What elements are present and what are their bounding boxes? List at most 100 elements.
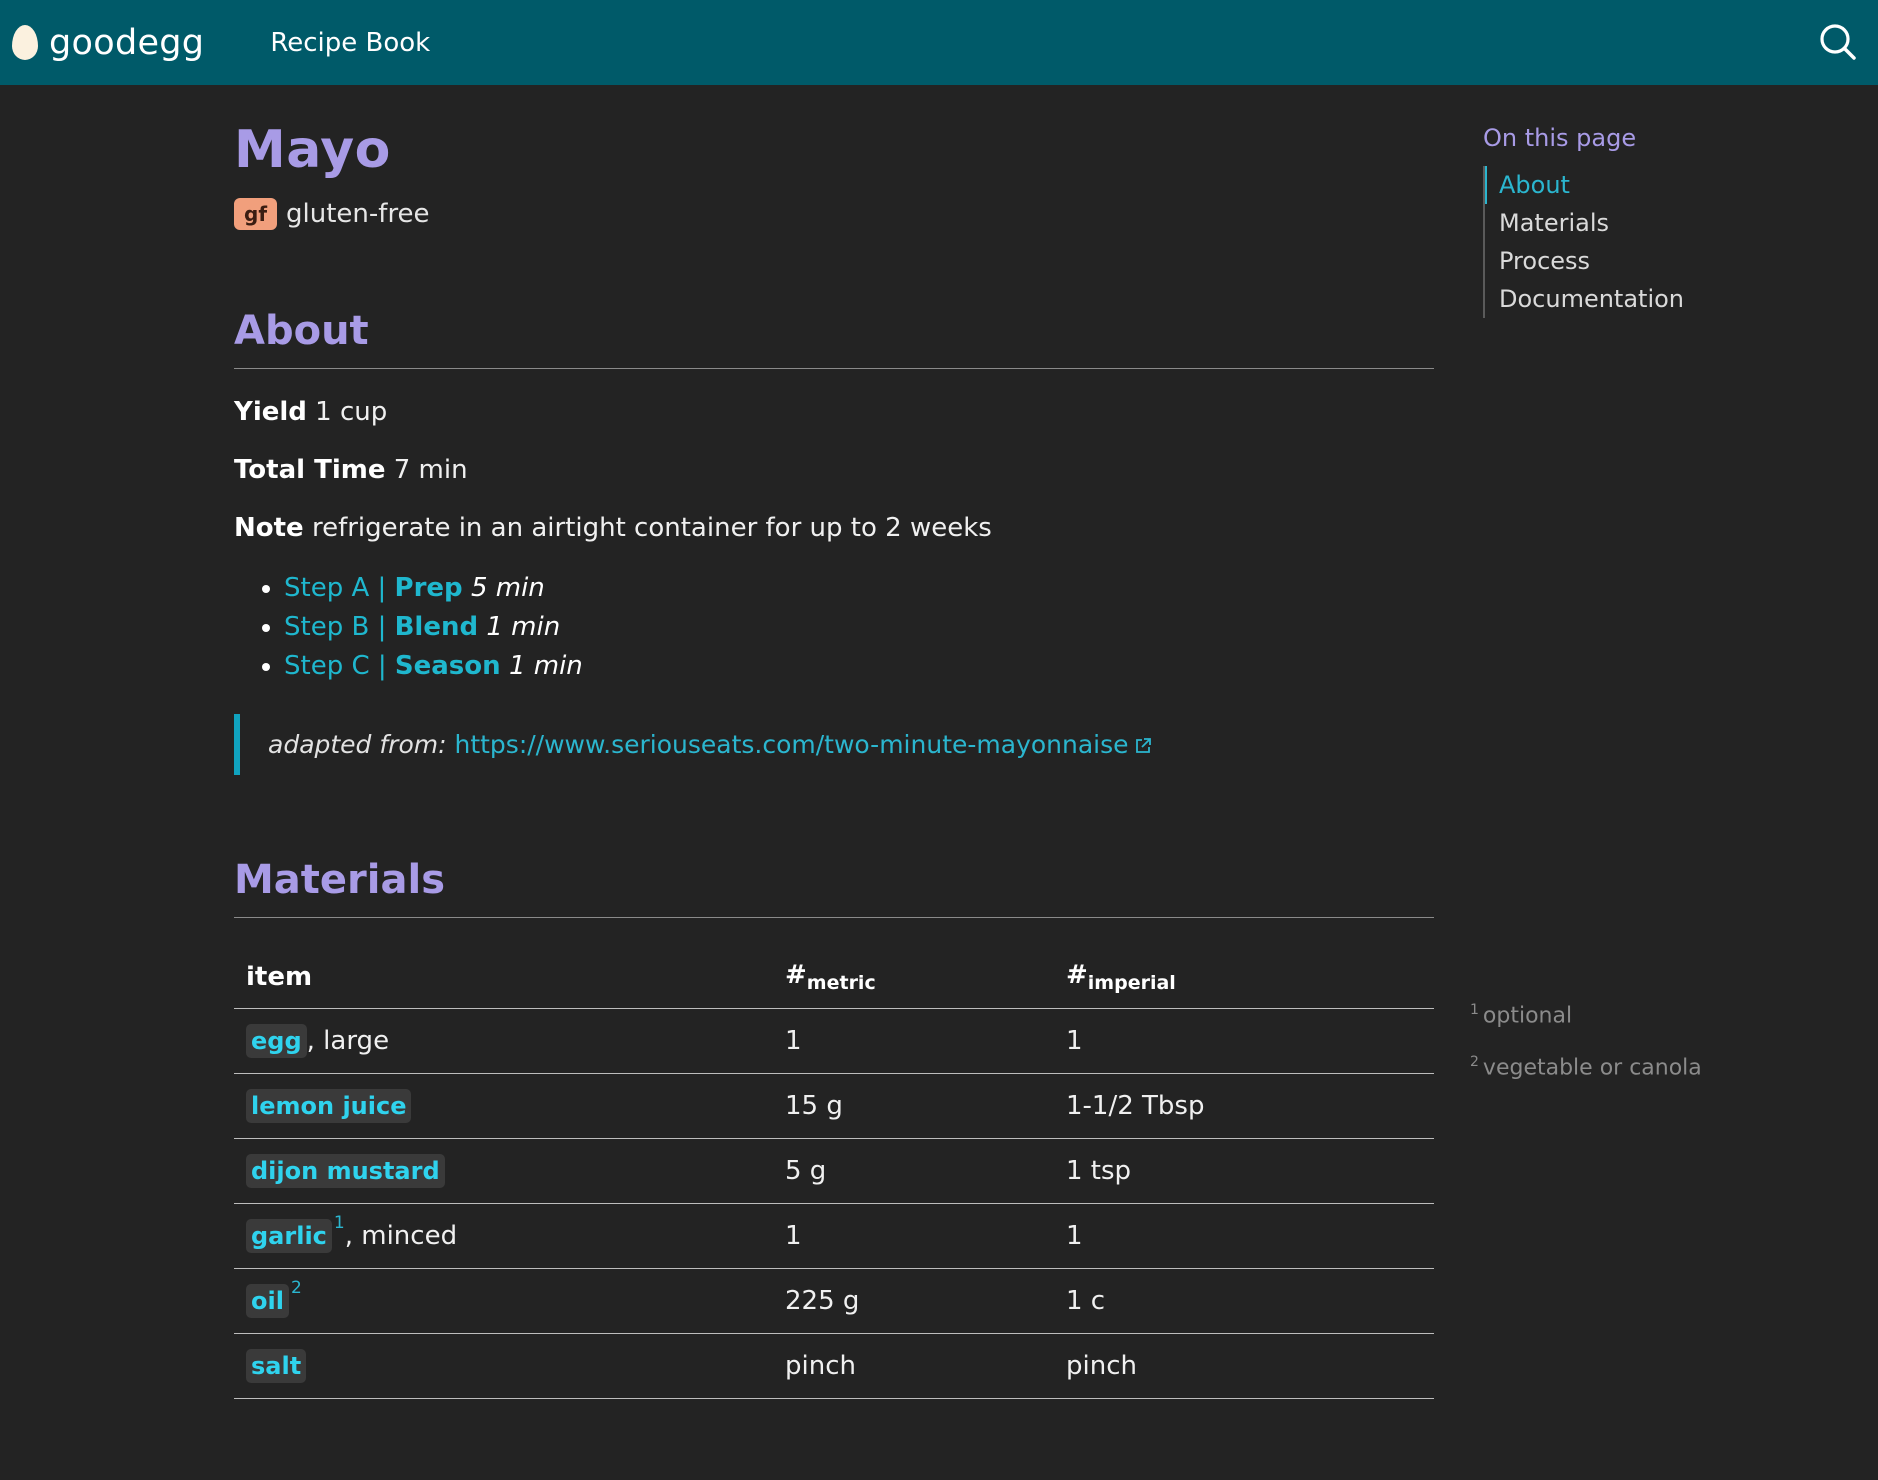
metric-cell: 5 g bbox=[773, 1138, 1054, 1205]
egg-logo-icon bbox=[12, 25, 38, 60]
step-a-link[interactable]: Step A | Prep bbox=[284, 573, 463, 603]
total-time-value: 7 min bbox=[393, 455, 468, 485]
list-item: Step B | Blend 1 min bbox=[284, 608, 1434, 647]
footnote-text: vegetable or canola bbox=[1482, 1055, 1702, 1081]
ingredient-dijon-mustard-link[interactable]: dijon mustard bbox=[246, 1154, 445, 1189]
ingredient-egg-link[interactable]: egg bbox=[246, 1024, 307, 1059]
metric-subscript: metric bbox=[806, 972, 876, 995]
logo-link[interactable]: goodegg bbox=[12, 23, 204, 63]
item-suffix: , large bbox=[306, 1026, 390, 1057]
list-item: Step A | Prep 5 min bbox=[284, 569, 1434, 608]
step-b-link[interactable]: Step B | Blend bbox=[284, 612, 478, 642]
table-header-row: item #metric #imperial bbox=[234, 944, 1434, 1010]
step-name: Blend bbox=[394, 612, 479, 642]
search-icon bbox=[1820, 24, 1856, 60]
nav-recipe-book[interactable]: Recipe Book bbox=[270, 28, 430, 58]
item-cell: salt bbox=[234, 1333, 773, 1400]
column-header-item: item bbox=[234, 944, 773, 1010]
external-link-icon bbox=[1135, 738, 1151, 753]
note-value: refrigerate in an airtight container for… bbox=[311, 513, 992, 543]
tag-row: gf gluten-free bbox=[234, 198, 1434, 230]
imperial-subscript: imperial bbox=[1087, 972, 1176, 995]
adapted-from-label: adapted from: bbox=[268, 730, 447, 759]
footnote-number: 2 bbox=[1470, 1054, 1479, 1071]
table-row: dijon mustard 5 g 1 tsp bbox=[234, 1138, 1434, 1205]
metric-cell: 15 g bbox=[773, 1073, 1054, 1140]
footnotes: 1 optional 2 vegetable or canola bbox=[1470, 1002, 1702, 1107]
item-cell: dijon mustard bbox=[234, 1138, 773, 1205]
item-cell: egg, large bbox=[234, 1008, 773, 1075]
step-time: 1 min bbox=[508, 651, 583, 681]
footnote-number: 1 bbox=[1470, 1002, 1479, 1018]
column-header-imperial: #imperial bbox=[1054, 944, 1434, 1010]
column-header-metric: #metric bbox=[773, 944, 1054, 1010]
yield-value: 1 cup bbox=[315, 397, 388, 427]
materials-heading: Materials bbox=[234, 857, 1434, 918]
note-line: Note refrigerate in an airtight containe… bbox=[234, 513, 1434, 543]
about-heading: About bbox=[234, 308, 1434, 369]
step-name: Season bbox=[394, 651, 501, 681]
footnote-1: 1 optional bbox=[1470, 1002, 1702, 1028]
source-blockquote: adapted from: https://www.seriouseats.co… bbox=[234, 714, 1434, 775]
step-c-link[interactable]: Step C | Season bbox=[284, 651, 501, 681]
metric-cell: 225 g bbox=[773, 1268, 1054, 1335]
footnote-text: optional bbox=[1482, 1003, 1573, 1029]
metric-cell: 1 bbox=[773, 1008, 1054, 1075]
ingredient-oil-link[interactable]: oil bbox=[246, 1284, 289, 1319]
ingredient-garlic-link[interactable]: garlic bbox=[246, 1219, 332, 1254]
table-row: egg, large 1 1 bbox=[234, 1008, 1434, 1075]
table-row: lemon juice 15 g 1-1/2 Tbsp bbox=[234, 1073, 1434, 1140]
table-row: garlic 1, minced 1 1 bbox=[234, 1203, 1434, 1270]
toc-item-materials[interactable]: Materials bbox=[1499, 204, 1684, 242]
imperial-cell: 1 bbox=[1054, 1203, 1434, 1270]
metric-cell: pinch bbox=[773, 1333, 1054, 1400]
table-row: salt pinch pinch bbox=[234, 1333, 1434, 1400]
item-cell: oil 2 bbox=[234, 1268, 773, 1335]
materials-table: item #metric #imperial egg, large 1 1 le… bbox=[234, 944, 1434, 1400]
top-navbar: goodegg Recipe Book bbox=[0, 0, 1878, 85]
hash-symbol: # bbox=[785, 960, 807, 990]
main-content: Mayo gf gluten-free About Yield 1 cup To… bbox=[234, 120, 1434, 1400]
imperial-cell: 1-1/2 Tbsp bbox=[1054, 1073, 1434, 1140]
step-prefix: Step A | bbox=[284, 573, 395, 603]
step-name: Prep bbox=[394, 573, 463, 603]
step-time: 5 min bbox=[470, 573, 545, 603]
table-row: oil 2 225 g 1 c bbox=[234, 1268, 1434, 1335]
gluten-free-badge: gf bbox=[234, 198, 278, 230]
yield-label: Yield bbox=[234, 397, 307, 427]
step-prefix: Step C | bbox=[284, 651, 395, 681]
toc-item-process[interactable]: Process bbox=[1499, 242, 1684, 280]
on-this-page-toc: On this page About Materials Process Doc… bbox=[1483, 124, 1684, 318]
logo-text: goodegg bbox=[49, 22, 205, 63]
footnote-2-ref[interactable]: 2 bbox=[291, 1278, 302, 1298]
note-label: Note bbox=[234, 513, 304, 543]
ingredient-lemon-juice-link[interactable]: lemon juice bbox=[246, 1089, 412, 1124]
tag-label: gluten-free bbox=[286, 199, 430, 229]
page-title: Mayo bbox=[234, 120, 391, 180]
imperial-cell: 1 tsp bbox=[1054, 1138, 1434, 1205]
imperial-cell: 1 bbox=[1054, 1008, 1434, 1075]
step-prefix: Step B | bbox=[284, 612, 395, 642]
toc-item-documentation[interactable]: Documentation bbox=[1499, 280, 1684, 318]
toc-title: On this page bbox=[1483, 124, 1637, 152]
source-link[interactable]: https://www.seriouseats.com/two-minute-m… bbox=[454, 730, 1152, 759]
ingredient-salt-link[interactable]: salt bbox=[246, 1349, 307, 1384]
footnote-2: 2 vegetable or canola bbox=[1470, 1054, 1702, 1080]
hash-symbol: # bbox=[1066, 960, 1088, 990]
toc-item-about[interactable]: About bbox=[1499, 166, 1684, 204]
source-url: https://www.seriouseats.com/two-minute-m… bbox=[454, 730, 1129, 759]
toc-active-indicator bbox=[1485, 166, 1487, 204]
search-button[interactable] bbox=[1816, 20, 1860, 64]
step-time: 1 min bbox=[486, 612, 561, 642]
footnote-1-ref[interactable]: 1 bbox=[334, 1213, 345, 1233]
toc-list: About Materials Process Documentation bbox=[1483, 166, 1684, 318]
item-cell: garlic 1, minced bbox=[234, 1203, 773, 1270]
list-item: Step C | Season 1 min bbox=[284, 647, 1434, 686]
metric-cell: 1 bbox=[773, 1203, 1054, 1270]
imperial-cell: pinch bbox=[1054, 1333, 1434, 1400]
imperial-cell: 1 c bbox=[1054, 1268, 1434, 1335]
steps-list: Step A | Prep 5 min Step B | Blend 1 min… bbox=[234, 569, 1434, 686]
yield-line: Yield 1 cup bbox=[234, 397, 1434, 427]
total-time-label: Total Time bbox=[234, 455, 386, 485]
total-time-line: Total Time 7 min bbox=[234, 455, 1434, 485]
